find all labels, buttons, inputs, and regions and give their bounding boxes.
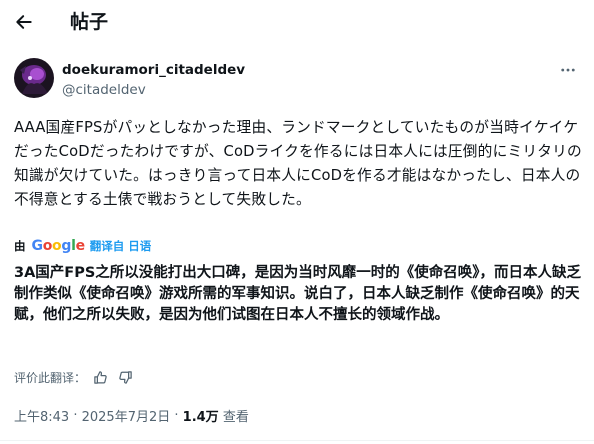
meta-separator: · xyxy=(170,407,183,423)
post-author: doekuramori_citadeldev @citadeldev xyxy=(14,58,580,104)
views-count: 1.4万 xyxy=(182,409,219,425)
post-time[interactable]: 上午8:43 xyxy=(14,406,69,425)
author-handle[interactable]: @citadeldev xyxy=(62,81,146,99)
back-button[interactable] xyxy=(10,8,38,36)
thumbs-up-button[interactable] xyxy=(89,367,111,387)
top-bar: 帖子 xyxy=(0,0,594,44)
translated-from-link[interactable]: 翻译自 日语 xyxy=(90,238,152,254)
avatar[interactable] xyxy=(14,58,54,98)
thumbs-down-button[interactable] xyxy=(114,367,136,387)
arrow-left-icon xyxy=(16,15,32,29)
more-options-button[interactable] xyxy=(558,60,578,80)
thumbs-down-icon xyxy=(118,370,132,384)
rate-translation-label: 评价此翻译： xyxy=(14,370,87,385)
translation-attribution: 由 Google 翻译自 日语 xyxy=(14,237,151,255)
page-title: 帖子 xyxy=(70,11,109,33)
more-horizontal-icon xyxy=(561,68,575,72)
post-date[interactable]: 2025年7月2日 xyxy=(82,406,171,425)
rate-translation: 评价此翻译： xyxy=(14,367,136,387)
avatar-image xyxy=(14,58,54,98)
divider xyxy=(0,440,594,441)
author-display-name[interactable]: doekuramori_citadeldev xyxy=(62,61,245,79)
translation-by-label: 由 xyxy=(14,239,26,253)
meta-separator: · xyxy=(69,407,82,423)
thumbs-up-icon xyxy=(93,370,107,384)
post-text: AAA国産FPSがパッとしなかった理由、ランドマークとしていたものが当時イケイケ… xyxy=(14,119,582,208)
post-meta: 上午8:43 · 2025年7月2日 · 1.4万 查看 xyxy=(14,405,249,425)
views-label: 查看 xyxy=(218,409,249,425)
google-logo-icon: Google xyxy=(31,238,86,254)
translated-text: 3A国产FPS之所以没能打出大口碑，是因为当时风靡一时的《使命召唤》，而日本人缺… xyxy=(14,265,582,323)
